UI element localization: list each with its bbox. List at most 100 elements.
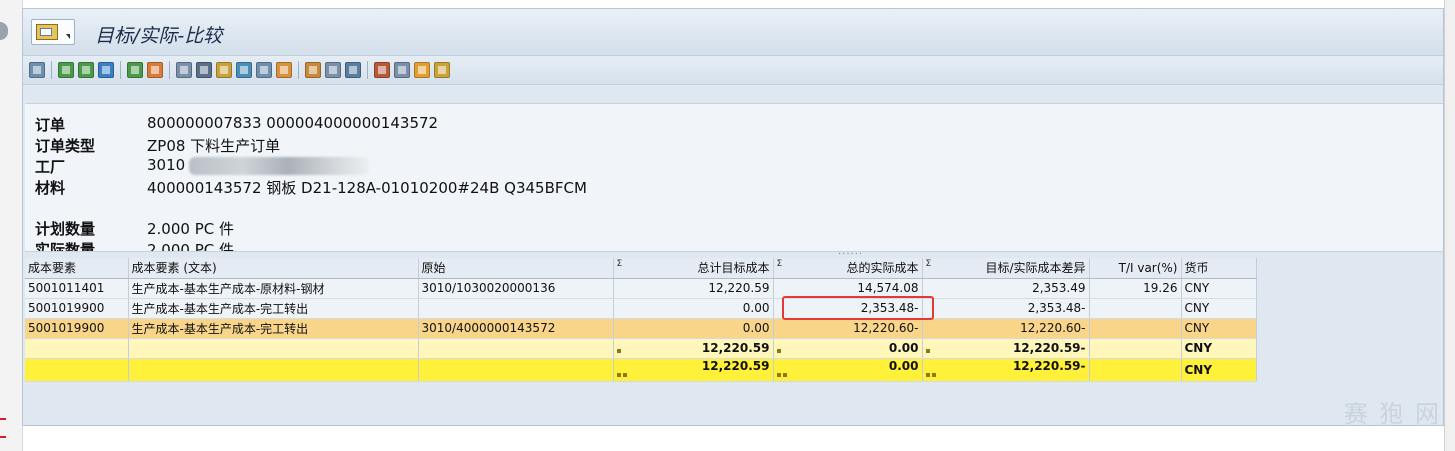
cell-currency: CNY xyxy=(1181,278,1257,299)
cell-empty xyxy=(418,338,614,359)
cell-empty xyxy=(1089,358,1182,382)
highlight-annotation-box xyxy=(782,296,934,320)
filter-icon[interactable] xyxy=(98,62,114,78)
col-header-cost-element-text[interactable]: 成本要素 (文本) xyxy=(128,258,419,279)
edge-handle-icon xyxy=(0,22,8,40)
toolbar xyxy=(23,56,1443,85)
cell-cost-element-text: 生产成本-基本生产成本-原材料-钢材 xyxy=(128,278,419,299)
sum-icon: Σ xyxy=(925,259,932,270)
col-header-actual-cost-label: 总的实际成本 xyxy=(846,261,919,276)
subtotal-marker-icon xyxy=(776,349,781,353)
graphic-icon[interactable] xyxy=(276,62,292,78)
page-title: 目标/实际-比较 xyxy=(95,25,223,47)
total-target-cost: 12,220.59 xyxy=(613,358,774,382)
send-icon[interactable] xyxy=(216,62,232,78)
subtotal-actual-cost: 0.00 xyxy=(773,338,923,359)
col-header-target-cost[interactable]: Σ 总计目标成本 xyxy=(613,258,774,279)
table-row-selected[interactable]: 5001019900 生产成本-基本生产成本-完工转出 3010/4000000… xyxy=(25,318,1257,339)
actual-qty-value: 2.000 PC 件 xyxy=(147,241,234,252)
total-currency: CNY xyxy=(1181,358,1257,382)
subtotal-target-value: 12,220.59 xyxy=(701,341,770,355)
subtotal-currency: CNY xyxy=(1181,338,1257,359)
plant-label: 工厂 xyxy=(35,158,66,176)
edge-marker xyxy=(0,436,6,438)
cell-currency: CNY xyxy=(1181,318,1257,339)
order-header-panel: 订单 800000007833 000004000000143572 订单类型 … xyxy=(25,103,1443,252)
select-layout-icon[interactable] xyxy=(325,62,341,78)
cell-variance: 12,220.60- xyxy=(922,318,1090,339)
cell-origin: 3010/1030020000136 xyxy=(418,278,614,299)
sum-icon[interactable] xyxy=(127,62,143,78)
actual-qty-label: 实际数量 xyxy=(35,241,96,252)
save-layout-icon[interactable] xyxy=(345,62,361,78)
table-row[interactable]: 5001011401 生产成本-基本生产成本-原材料-钢材 3010/10300… xyxy=(25,278,1257,299)
subtotal-row[interactable]: 12,220.59 0.00 12,220.59- CNY xyxy=(25,338,1257,359)
table-row[interactable]: 5001019900 生产成本-基本生产成本-完工转出 0.00 2,353.4… xyxy=(25,298,1257,319)
cell-cost-element-text: 生产成本-基本生产成本-完工转出 xyxy=(128,298,419,319)
total-actual-cost: 0.00 xyxy=(773,358,923,382)
sort-descending-icon[interactable] xyxy=(78,62,94,78)
toolbar-separator xyxy=(120,61,121,79)
print-preview-icon[interactable] xyxy=(176,62,192,78)
cell-cost-element: 5001011401 xyxy=(25,278,129,299)
col-header-origin[interactable]: 原始 xyxy=(418,258,614,279)
order-label: 订单 xyxy=(35,116,66,134)
cell-pct xyxy=(1089,298,1182,319)
left-edge-strip xyxy=(0,0,23,451)
cell-target-cost: 12,220.59 xyxy=(613,278,774,299)
title-bar: 目标/实际-比较 xyxy=(23,9,1443,56)
export-icon[interactable] xyxy=(196,62,212,78)
more-options-icon[interactable] xyxy=(434,62,450,78)
change-layout-icon[interactable] xyxy=(305,62,321,78)
sum-icon: Σ xyxy=(776,259,783,270)
cost-comparison-table: 成本要素 成本要素 (文本) 原始 Σ 总计目标成本 Σ 总的实际成本 Σ 目标/实际… xyxy=(25,258,1257,382)
subtotal-icon[interactable] xyxy=(147,62,163,78)
col-header-variance[interactable]: Σ 目标/实际成本差异 xyxy=(922,258,1090,279)
total-marker-icon xyxy=(925,367,938,381)
hierarchy-icon[interactable] xyxy=(394,62,410,78)
cell-origin xyxy=(418,298,614,319)
cell-empty xyxy=(128,358,419,382)
redacted-area xyxy=(189,156,370,175)
settings-icon[interactable] xyxy=(414,62,430,78)
plant-value: 3010 xyxy=(147,156,186,174)
total-actual-value: 0.00 xyxy=(888,358,919,373)
cell-origin: 3010/4000000143572 xyxy=(418,318,614,339)
cell-cost-element-text: 生产成本-基本生产成本-完工转出 xyxy=(128,318,419,339)
order-type-value: ZP08 下料生产订单 xyxy=(147,137,281,155)
table-header-row: 成本要素 成本要素 (文本) 原始 Σ 总计目标成本 Σ 总的实际成本 Σ 目标/实际… xyxy=(25,258,1257,279)
cell-empty xyxy=(128,338,419,359)
detail-icon[interactable] xyxy=(29,62,45,78)
col-header-currency[interactable]: 货币 xyxy=(1181,258,1257,279)
sort-ascending-icon[interactable] xyxy=(58,62,74,78)
col-header-actual-cost[interactable]: Σ 总的实际成本 xyxy=(773,258,923,279)
cell-variance: 2,353.49 xyxy=(922,278,1090,299)
total-row[interactable]: 12,220.59 0.00 12,220.59- CNY xyxy=(25,358,1257,382)
subtotal-variance-value: 12,220.59- xyxy=(1012,341,1086,355)
word-processing-icon[interactable] xyxy=(256,62,272,78)
total-marker-icon xyxy=(616,367,629,381)
cell-target-cost: 0.00 xyxy=(613,298,774,319)
col-header-pct[interactable]: T/I var(%) xyxy=(1089,258,1182,279)
caret-down-icon xyxy=(66,34,70,39)
cell-empty xyxy=(1089,338,1182,359)
total-variance-value: 12,220.59- xyxy=(1012,358,1086,373)
cell-cost-element: 5001019900 xyxy=(25,318,129,339)
subtotal-actual-value: 0.00 xyxy=(888,341,919,355)
spreadsheet-icon[interactable] xyxy=(236,62,252,78)
order-value: 800000007833 000004000000143572 xyxy=(147,114,439,132)
cell-empty xyxy=(25,358,129,382)
material-value: 400000143572 钢板 D21-128A-01010200#24B Q3… xyxy=(147,179,587,197)
total-marker-icon xyxy=(776,367,789,381)
cell-actual-cost: 12,220.60- xyxy=(773,318,923,339)
cell-empty xyxy=(25,338,129,359)
app-menu-button[interactable] xyxy=(31,19,75,45)
toolbar-separator xyxy=(367,61,368,79)
columns-icon[interactable] xyxy=(374,62,390,78)
right-scrollbar[interactable] xyxy=(1444,0,1455,451)
col-header-variance-label: 目标/实际成本差异 xyxy=(985,261,1086,276)
toolbar-separator xyxy=(169,61,170,79)
cell-empty xyxy=(418,358,614,382)
col-header-cost-element[interactable]: 成本要素 xyxy=(25,258,129,279)
menu-icon xyxy=(36,24,58,40)
